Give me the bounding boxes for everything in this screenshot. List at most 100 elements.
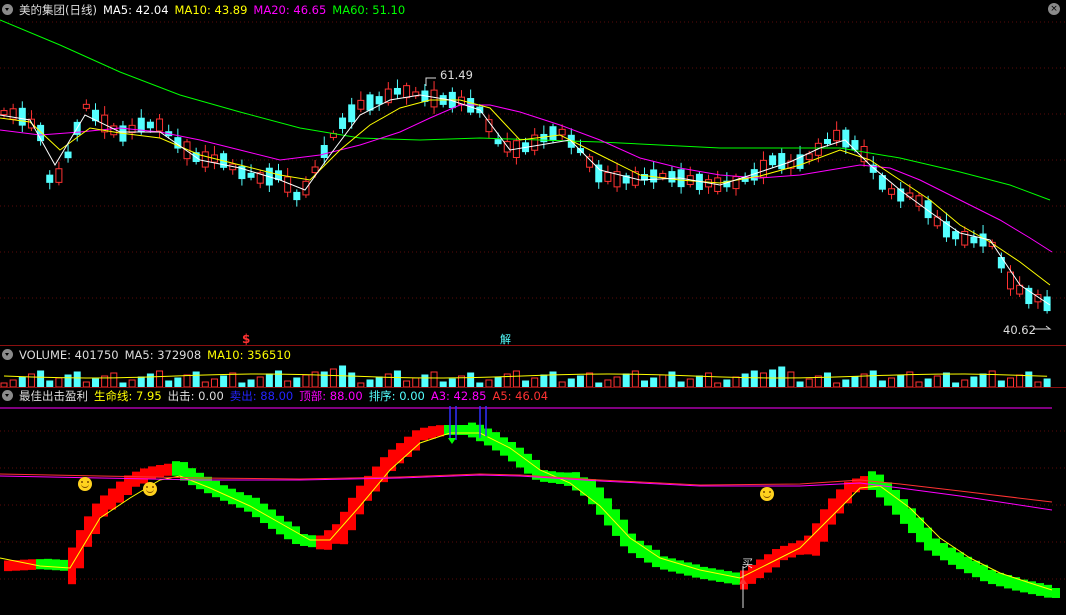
candle-body [18,107,26,126]
signal-bar [948,547,956,565]
volume-bar [302,374,310,388]
candle-body [659,172,667,178]
volume-bar [18,376,26,388]
high-price-label: 61.49 [440,68,473,82]
volume-bar [256,376,264,388]
signal-bar [1052,588,1060,598]
signal-bar [284,521,292,540]
volume-bar [329,368,337,388]
candle-body [805,153,813,160]
volume-bar [805,378,813,388]
volume-pane[interactable]: VOLUME: 401750 MA5: 372908 MA10: 356510 [0,346,1066,388]
volume-bar [851,376,859,388]
signal-bar [812,523,820,556]
candle-body [375,96,383,105]
candle-body [906,192,914,198]
volume-bar [467,372,475,388]
candle-body [833,129,841,142]
candle-body [979,233,987,247]
volume-bar [1043,378,1051,388]
signal-bar [348,497,356,531]
indicator-chart[interactable] [0,388,1066,615]
signal-bar [172,461,180,476]
volume-bar [531,377,539,388]
candle-body [888,188,896,195]
volume-bar [942,372,950,388]
volume-bar [311,371,319,388]
volume-bar [741,373,749,388]
volume-bar [265,373,273,388]
buy-signal-label: 买 [742,557,753,570]
volume-bar [659,374,667,388]
volume-bar [210,378,218,388]
volume-bar [393,370,401,388]
candle-body [668,171,676,183]
signal-bar [780,545,788,561]
signal-bar [908,508,916,534]
volume-bar [924,378,932,388]
signal-bar [828,498,836,525]
signal-bar [996,572,1004,587]
candle-body [64,151,72,159]
price-pane[interactable]: 美的集团(日线) MA5: 42.04 MA10: 43.89 MA20: 46.65… [0,0,1066,346]
signal-bar [468,422,476,438]
volume-bar [92,378,99,388]
signal-bar [964,556,972,574]
signal-bar [68,547,76,585]
signal-bar [892,489,900,515]
signal-bar [140,468,148,484]
volume-bar [613,376,621,388]
indicator-pane[interactable]: 最佳出击盈利 生命线: 7.95 出击: 0.00 卖出: 88.00 顶部: 88.0… [0,388,1066,615]
candle-body [46,174,54,183]
volume-bar [686,378,694,388]
signal-bar [20,559,28,571]
volume-bar [1016,374,1024,388]
candle-body [320,145,328,158]
volume-bar [759,372,767,388]
volume-bar [549,371,557,388]
signal-bar [76,530,84,569]
volume-bar [494,376,502,388]
volume-bar [869,370,877,388]
volume-bar [897,374,905,388]
signal-bar [684,562,692,576]
signal-bar [956,552,964,570]
signal-bar [428,426,436,439]
candle-body [293,191,301,201]
marker-dollar: $ [242,332,251,346]
signal-bar [692,564,700,578]
signal-bar [700,566,708,580]
volume-bar [9,379,17,388]
signal-bar [4,560,12,572]
volume-bar [27,373,35,388]
volume-bar [650,377,658,388]
signal-bar [924,527,932,551]
volume-bar [220,375,228,388]
signal-bar [316,535,324,550]
signal-bar [204,476,212,494]
candle-body [595,164,603,183]
candle-body [549,126,557,141]
volume-bar [668,371,676,388]
volume-bar [183,374,191,388]
candle-body [604,172,612,182]
candle-body [494,139,502,145]
signal-bar [900,499,908,524]
signal-bar [820,509,828,542]
signal-bar [412,430,420,451]
volume-chart[interactable] [0,346,1066,388]
volume-bar [37,370,45,388]
candle-body [824,139,831,144]
candle-body [284,176,292,193]
smiley-icon [760,487,774,501]
volume-bar [979,373,987,388]
price-chart[interactable] [0,0,1066,345]
volume-bar [448,378,456,388]
signal-bar [652,549,660,568]
signal-bar [60,559,68,571]
candle-body [732,176,740,190]
volume-bar [366,379,374,388]
signal-bar [332,524,340,544]
volume-bar [988,370,996,388]
volume-bar [567,378,575,388]
